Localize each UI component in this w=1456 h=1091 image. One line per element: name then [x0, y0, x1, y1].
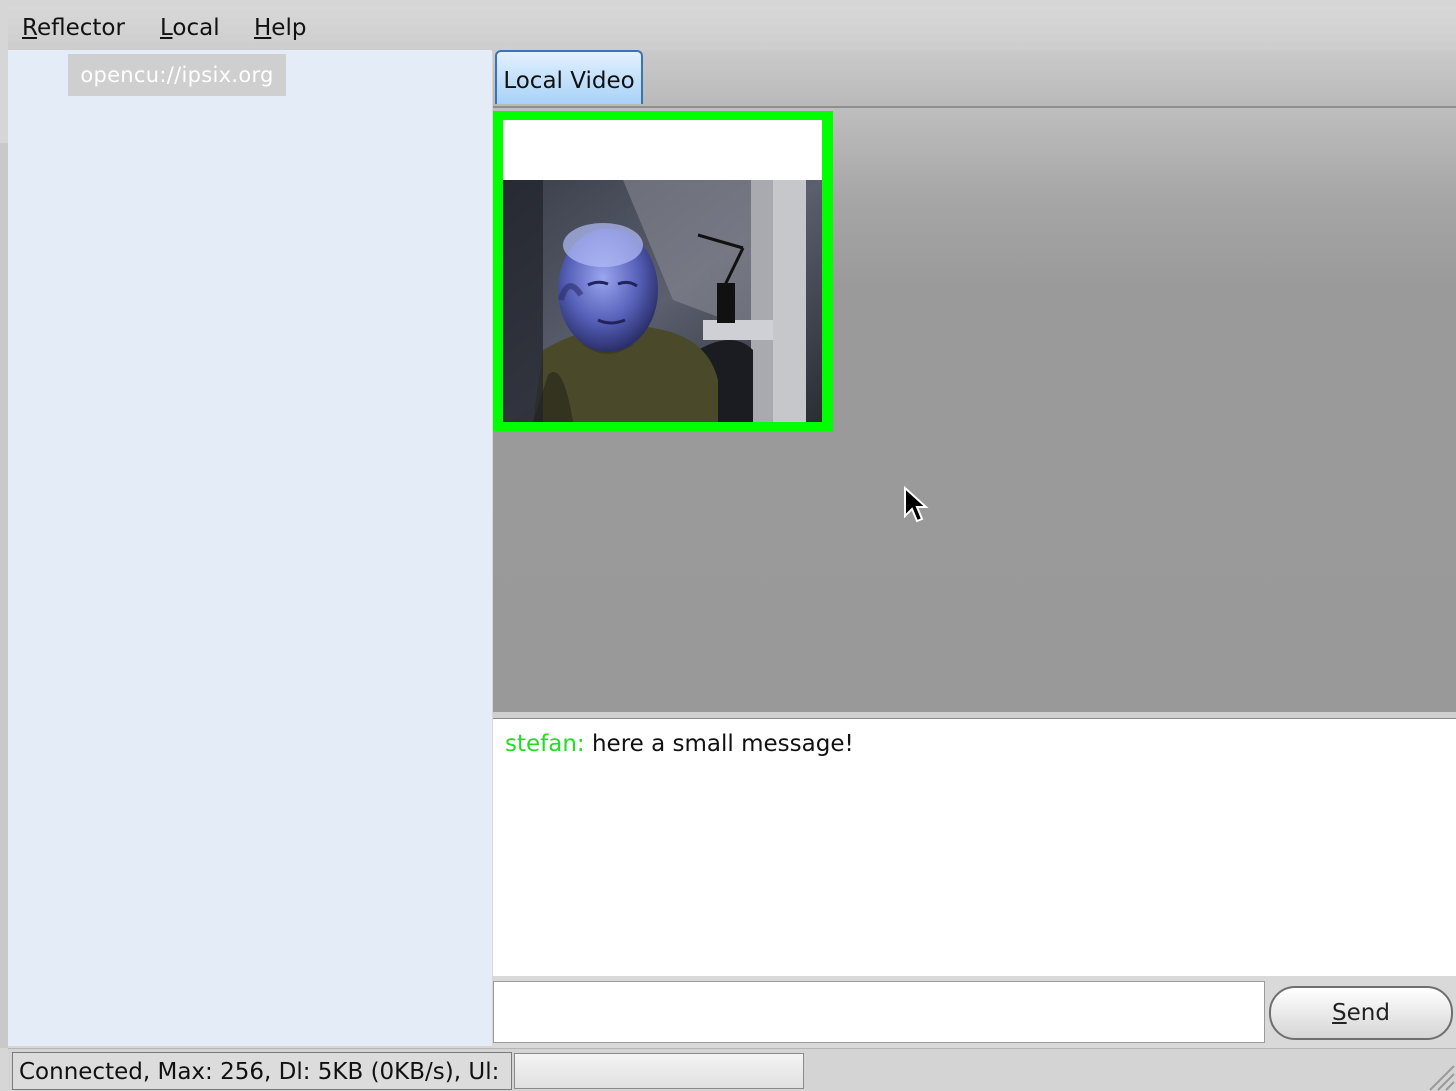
chat-message: stefan: here a small message!: [505, 731, 1444, 757]
resize-grip-icon[interactable]: [1420, 1056, 1456, 1091]
sidebar-item-server[interactable]: opencu://ipsix.org: [68, 54, 286, 96]
chat-message-text: here a small message!: [584, 731, 854, 757]
progress-bar: [514, 1053, 804, 1089]
window-edge: [0, 143, 8, 1048]
menu-help[interactable]: Help: [250, 15, 310, 41]
local-video-tile[interactable]: [493, 111, 833, 431]
chat-sender: stefan:: [505, 731, 585, 757]
chat-log[interactable]: stefan: here a small message!: [493, 718, 1456, 976]
sidebar: opencu://ipsix.org: [8, 50, 492, 1046]
menu-reflector[interactable]: Reflector: [18, 15, 129, 41]
message-input-row: Send: [493, 976, 1456, 1048]
app-window: Reflector Local Help opencu://ipsix.org …: [0, 0, 1456, 1091]
tab-bar: Local Video: [493, 50, 1456, 108]
status-text: Connected, Max: 256, Dl: 5KB (0KB/s), Ul…: [12, 1052, 512, 1090]
video-area: [493, 108, 1456, 712]
send-button[interactable]: Send: [1269, 986, 1453, 1040]
video-title-bar: [503, 120, 822, 180]
menubar: Reflector Local Help: [8, 6, 1456, 51]
message-input[interactable]: [493, 981, 1265, 1043]
status-bar: Connected, Max: 256, Dl: 5KB (0KB/s), Ul…: [8, 1048, 1456, 1091]
menu-local[interactable]: Local: [156, 15, 224, 41]
tab-local-video[interactable]: Local Video: [495, 50, 643, 104]
webcam-video-frame: [503, 180, 822, 422]
